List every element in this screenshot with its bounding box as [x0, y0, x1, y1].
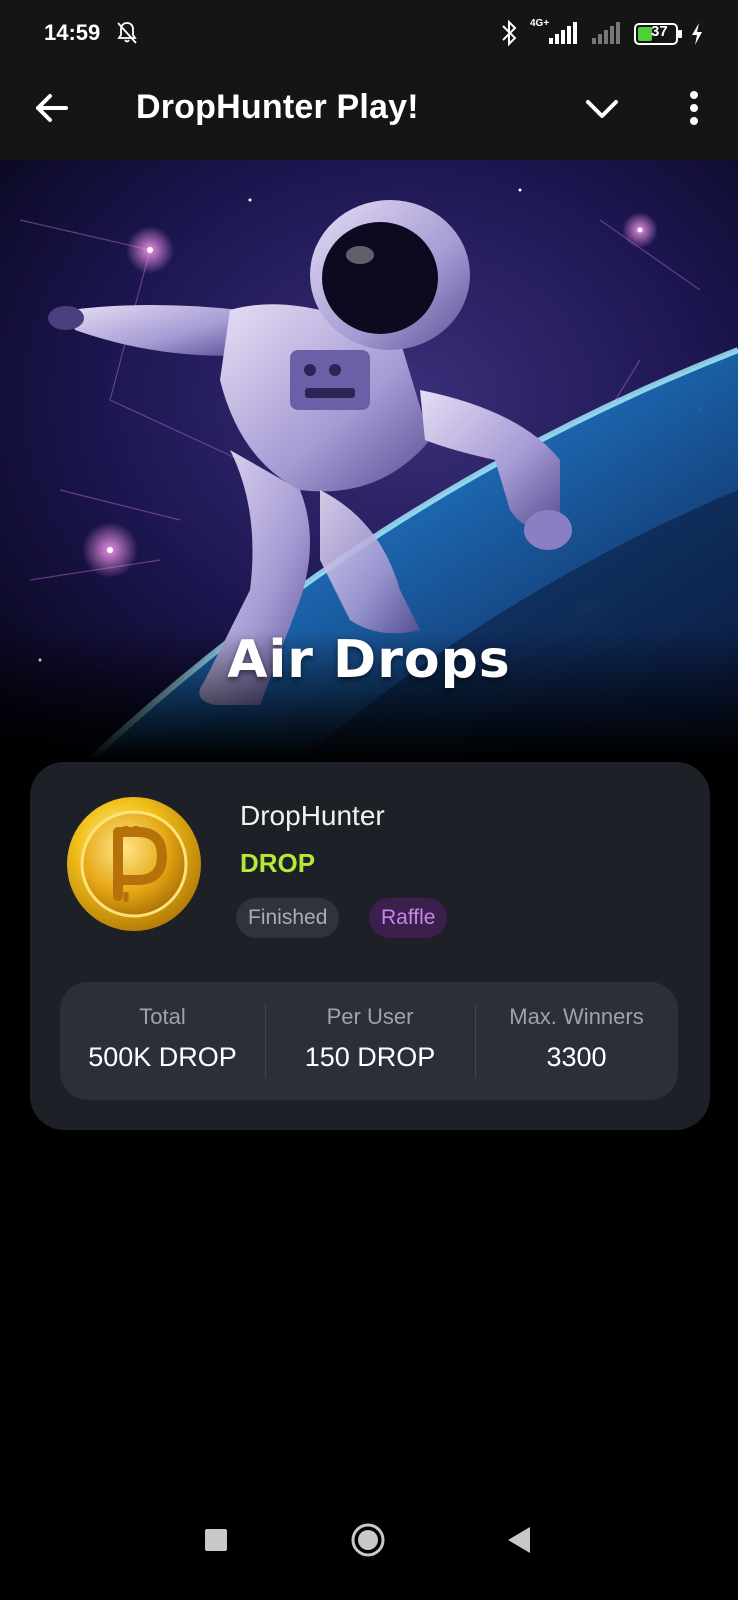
- stat-total: Total 500K DROP: [60, 982, 265, 1100]
- stat-label: Total: [139, 1004, 186, 1029]
- project-ticker: DROP: [240, 848, 316, 878]
- stat-max-winners: Max. Winners 3300: [475, 982, 678, 1100]
- stat-label: Max. Winners: [509, 1004, 644, 1029]
- hero-title: Air Drops: [227, 630, 511, 690]
- stat-value: 500K DROP: [88, 1042, 237, 1072]
- stat-value: 150 DROP: [304, 1042, 436, 1072]
- hero-banner: Air Drops: [0, 160, 738, 760]
- signal-icon: [592, 22, 620, 44]
- back-arrow-icon[interactable]: [30, 86, 74, 130]
- status-bar: 14:59 4G+ 37: [0, 0, 738, 66]
- chevron-down-icon[interactable]: [582, 88, 622, 128]
- drop-coin-logo: [67, 797, 201, 931]
- app-bar: DropHunter Play!: [0, 66, 738, 160]
- battery-level: 37: [651, 23, 668, 40]
- status-badge: Finished: [236, 898, 340, 938]
- back-triangle-icon[interactable]: [490, 1510, 550, 1570]
- stat-per-user: Per User 150 DROP: [265, 982, 475, 1100]
- recents-square-icon[interactable]: [186, 1510, 246, 1570]
- project-name: DropHunter: [240, 800, 385, 831]
- notifications-off-icon: [117, 22, 137, 44]
- stats-panel: Total 500K DROP Per User 150 DROP Max. W…: [60, 982, 678, 1100]
- home-circle-icon[interactable]: [338, 1510, 398, 1570]
- stat-label: Per User: [326, 1004, 414, 1029]
- signal-icon: [549, 22, 577, 44]
- app-title: DropHunter Play!: [136, 88, 419, 126]
- charging-icon: [692, 23, 702, 45]
- more-vert-icon[interactable]: [672, 86, 716, 130]
- status-time: 14:59: [44, 20, 101, 45]
- stat-value: 3300: [546, 1042, 607, 1072]
- airdrop-card[interactable]: DropHunter DROP Finished Raffle Total 50…: [30, 762, 710, 1130]
- system-nav-bar: [0, 1510, 738, 1600]
- type-badge: Raffle: [369, 898, 448, 938]
- bluetooth-icon: [502, 19, 517, 47]
